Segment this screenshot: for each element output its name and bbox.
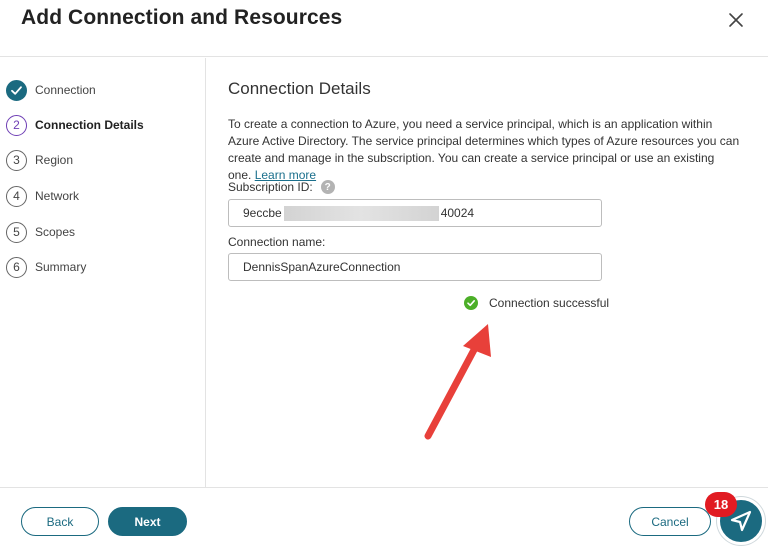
cancel-button[interactable]: Cancel: [629, 507, 711, 536]
step-region[interactable]: 3 Region: [6, 149, 201, 171]
dialog-header: Add Connection and Resources: [0, 0, 768, 57]
step-number: 3: [6, 149, 27, 171]
checkmark-icon: [6, 79, 27, 101]
connection-status: Connection successful: [464, 296, 609, 310]
success-check-icon: [464, 296, 478, 310]
step-number: 6: [6, 256, 27, 278]
connection-name-label: Connection name:: [228, 235, 326, 249]
connection-name-field[interactable]: DennisSpanAzureConnection: [228, 253, 602, 281]
next-button[interactable]: Next: [108, 507, 187, 536]
subscription-id-suffix: 40024: [440, 206, 475, 220]
step-scopes[interactable]: 5 Scopes: [6, 221, 201, 243]
redacted-mask: [283, 205, 439, 221]
subscription-id-prefix: 9eccbe: [243, 206, 282, 220]
step-label: Network: [35, 189, 80, 203]
wizard-steps: Connection 2 Connection Details 3 Region…: [0, 58, 206, 487]
step-label: Connection Details: [35, 118, 144, 132]
step-label: Scopes: [35, 225, 76, 239]
dialog-title: Add Connection and Resources: [21, 6, 343, 29]
step-network[interactable]: 4 Network: [6, 185, 201, 207]
annotation-arrow-icon: [424, 324, 491, 440]
step-number: 4: [6, 185, 27, 207]
section-title: Connection Details: [228, 79, 371, 98]
status-text: Connection successful: [489, 296, 610, 310]
subscription-id-label-text: Subscription ID:: [228, 180, 313, 194]
step-label: Connection: [35, 83, 96, 97]
close-button[interactable]: [724, 8, 748, 32]
subscription-id-label: Subscription ID: ?: [228, 180, 335, 194]
step-number: 5: [6, 221, 27, 243]
description: To create a connection to Azure, you nee…: [228, 116, 740, 184]
step-connection[interactable]: Connection: [6, 79, 201, 101]
notification-badge: 18: [705, 492, 737, 517]
help-icon[interactable]: ?: [320, 180, 335, 194]
close-icon: [729, 13, 743, 27]
subscription-id-field[interactable]: 9eccbe 40024: [228, 199, 602, 227]
back-button[interactable]: Back: [21, 507, 99, 536]
step-connection-details[interactable]: 2 Connection Details: [6, 114, 201, 136]
step-label: Summary: [35, 260, 87, 274]
step-label: Region: [35, 153, 74, 167]
dialog-footer: Back Next Cancel: [0, 487, 768, 546]
step-number: 2: [6, 114, 27, 136]
step-summary[interactable]: 6 Summary: [6, 256, 201, 278]
